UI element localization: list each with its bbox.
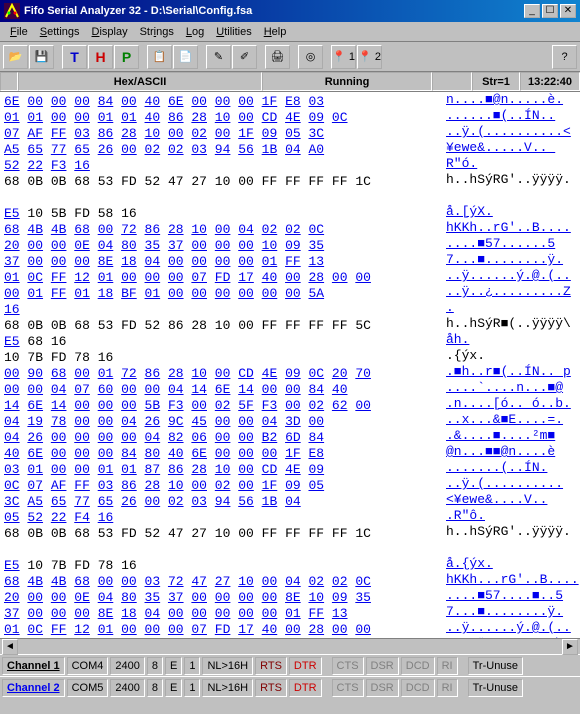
wand-icon[interactable]: ✎: [206, 45, 231, 69]
ch1-cts: CTS: [332, 657, 364, 675]
copy-icon[interactable]: 📋: [147, 45, 172, 69]
save-icon[interactable]: 💾: [29, 45, 54, 69]
minimize-button[interactable]: _: [524, 4, 540, 18]
hex-row[interactable]: A5 65 77 65 26 00 02 02 03 94 56 1B 04 A…: [4, 142, 576, 158]
ch1-dsr: DSR: [366, 657, 399, 675]
state-cell: Running: [262, 72, 432, 91]
menu-bar: FileSettingsDisplayStringsLogUtilitiesHe…: [0, 22, 580, 42]
ch1-dcd: DCD: [401, 657, 435, 675]
ch2-baud[interactable]: 2400: [110, 679, 144, 697]
hex-row[interactable]: 68 0B 0B 68 53 FD 52 47 27 10 00 FF FF F…: [4, 174, 576, 190]
str-cell: Str=1: [472, 72, 520, 91]
ch2-port[interactable]: COM5: [67, 679, 109, 697]
mode-cell: Hex/ASCII: [18, 72, 262, 91]
menu-file[interactable]: File: [4, 24, 34, 40]
window-title: Fifo Serial Analyzer 32 - D:\Serial\Conf…: [24, 5, 252, 17]
ch1-rts[interactable]: RTS: [255, 657, 287, 675]
horizontal-scrollbar[interactable]: ◄ ►: [0, 638, 580, 654]
hex-row[interactable]: 3C A5 65 77 65 26 00 02 03 94 56 1B 04 <…: [4, 494, 576, 510]
maximize-button[interactable]: ☐: [542, 4, 558, 18]
open-icon[interactable]: 📂: [3, 45, 28, 69]
close-button[interactable]: ✕: [560, 4, 576, 18]
menu-display[interactable]: Display: [86, 24, 134, 40]
menu-settings[interactable]: Settings: [34, 24, 86, 40]
ch2-cts: CTS: [332, 679, 364, 697]
ch2-dcd: DCD: [401, 679, 435, 697]
ch2-dtr[interactable]: DTR: [289, 679, 322, 697]
channel-1-row: Channel 1 COM4 2400 8 E 1 NL>16H RTS DTR…: [0, 654, 580, 676]
scroll-left-icon[interactable]: ◄: [2, 639, 18, 655]
pin2-icon[interactable]: 📍 2: [357, 45, 382, 69]
ch2-trail[interactable]: Tr-Unuse: [468, 679, 523, 697]
ch2-dsr: DSR: [366, 679, 399, 697]
t-icon[interactable]: T: [62, 45, 87, 69]
toolbar: 📂💾 THP 📋📄 ✎✐ 🖨 ◎ 📍 1📍 2?: [0, 42, 580, 72]
ch1-ri: RI: [437, 657, 458, 675]
ch1-db[interactable]: 8: [147, 657, 163, 675]
ch2-db[interactable]: 8: [147, 679, 163, 697]
ch1-port[interactable]: COM4: [67, 657, 109, 675]
ch1-baud[interactable]: 2400: [110, 657, 144, 675]
channel-2-row: Channel 2 COM5 2400 8 E 1 NL>16H RTS DTR…: [0, 676, 580, 698]
menu-strings[interactable]: Strings: [134, 24, 180, 40]
title-bar: Fifo Serial Analyzer 32 - D:\Serial\Conf…: [0, 0, 580, 22]
ch1-par[interactable]: E: [165, 657, 182, 675]
hex-row[interactable]: E5 68 16 åh.: [4, 334, 576, 350]
status-bar-top: Hex/ASCII Running Str=1 13:22:40: [0, 72, 580, 92]
ch2-rts[interactable]: RTS: [255, 679, 287, 697]
ch2-nl[interactable]: NL>16H: [202, 679, 253, 697]
hex-row[interactable]: 68 0B 0B 68 53 FD 52 86 28 10 00 FF FF F…: [4, 318, 576, 334]
h-icon[interactable]: H: [88, 45, 113, 69]
ch2-sb[interactable]: 1: [184, 679, 200, 697]
menu-log[interactable]: Log: [180, 24, 210, 40]
channel-1-label[interactable]: Channel 1: [2, 657, 65, 675]
ch1-trail[interactable]: Tr-Unuse: [468, 657, 523, 675]
p-icon[interactable]: P: [114, 45, 139, 69]
ch1-dtr[interactable]: DTR: [289, 657, 322, 675]
help-icon[interactable]: ?: [552, 45, 577, 69]
hex-row[interactable]: 00 01 FF 01 18 BF 01 00 00 00 00 00 00 5…: [4, 286, 576, 302]
time-cell: 13:22:40: [520, 72, 580, 91]
print-icon[interactable]: 🖨: [265, 45, 290, 69]
menu-help[interactable]: Help: [258, 24, 293, 40]
ch2-par[interactable]: E: [165, 679, 182, 697]
brush-icon[interactable]: ✐: [232, 45, 257, 69]
pin1-icon[interactable]: 📍 1: [331, 45, 356, 69]
paste-icon[interactable]: 📄: [173, 45, 198, 69]
hex-row[interactable]: 68 0B 0B 68 53 FD 52 47 27 10 00 FF FF F…: [4, 526, 576, 542]
channel-2-label[interactable]: Channel 2: [2, 679, 65, 697]
hex-view[interactable]: 6E 00 00 00 84 00 40 6E 00 00 00 1F E8 0…: [0, 92, 580, 638]
ch2-ri: RI: [437, 679, 458, 697]
ch1-nl[interactable]: NL>16H: [202, 657, 253, 675]
app-icon: [4, 3, 20, 19]
scroll-right-icon[interactable]: ►: [562, 639, 578, 655]
ch1-sb[interactable]: 1: [184, 657, 200, 675]
target-icon[interactable]: ◎: [298, 45, 323, 69]
menu-utilities[interactable]: Utilities: [210, 24, 257, 40]
